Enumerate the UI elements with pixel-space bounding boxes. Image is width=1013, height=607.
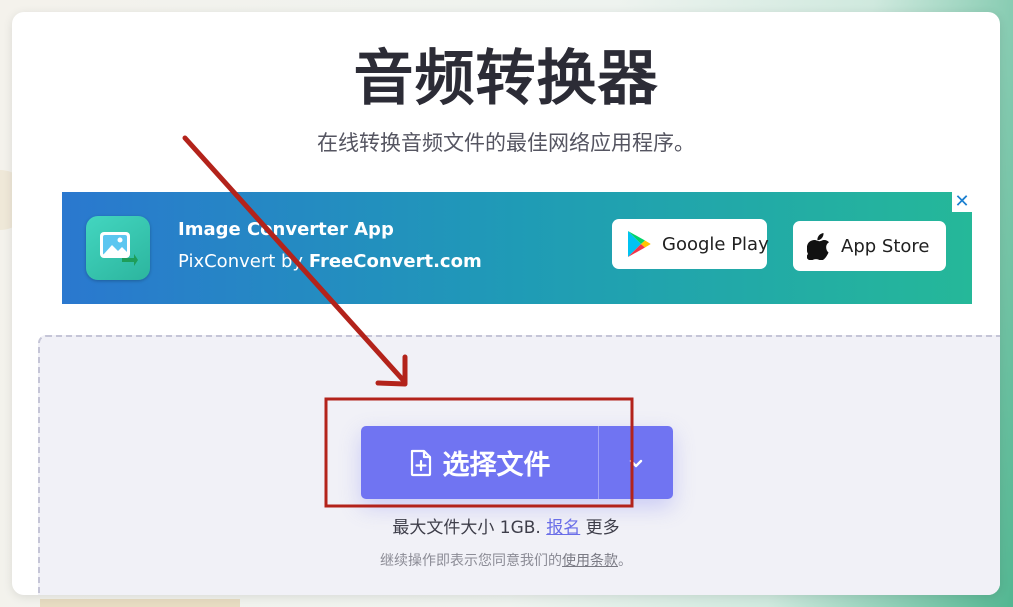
- converter-card: 音频转换器 在线转换音频文件的最佳网络应用程序。 ✕ Image Convert…: [12, 12, 1000, 595]
- page-title: 音频转换器: [353, 44, 659, 114]
- terms-of-use-link[interactable]: 使用条款: [562, 553, 618, 569]
- max-size-suffix: 更多: [580, 518, 620, 538]
- ad-app-subtitle: PixConvert by FreeConvert.com: [178, 251, 482, 272]
- apple-icon: [807, 233, 829, 260]
- choose-source-dropdown[interactable]: [599, 426, 673, 499]
- ad-app-sub-prefix: PixConvert by: [178, 251, 309, 272]
- max-file-size-text: 最大文件大小 1GB. 报名 更多: [12, 513, 1000, 538]
- app-store-button[interactable]: App Store: [793, 221, 946, 271]
- ad-close-button[interactable]: ✕: [952, 192, 972, 212]
- ad-app-brand: FreeConvert.com: [308, 251, 482, 272]
- file-plus-icon: [410, 449, 431, 476]
- background-decoration-bottom: [40, 599, 240, 607]
- page-subtitle: 在线转换音频文件的最佳网络应用程序。: [317, 131, 695, 155]
- google-play-label: Google Play: [662, 233, 769, 255]
- google-play-button[interactable]: Google Play: [612, 219, 769, 269]
- choose-file-button-group: 选择文件: [361, 426, 673, 499]
- google-play-icon: [628, 231, 651, 257]
- ad-banner[interactable]: ✕ Image Converter App PixConvert by Free…: [62, 192, 972, 304]
- choose-file-label: 选择文件: [442, 450, 551, 481]
- image-converter-app-icon: [86, 216, 150, 280]
- signup-link[interactable]: 报名: [546, 518, 580, 538]
- max-size-prefix: 最大文件大小 1GB.: [392, 518, 547, 538]
- choose-file-button[interactable]: 选择文件: [361, 426, 598, 499]
- terms-suffix: 。: [618, 553, 632, 569]
- app-store-label: App Store: [841, 235, 930, 257]
- terms-prefix: 继续操作即表示您同意我们的: [380, 553, 562, 569]
- chevron-down-icon: [629, 459, 643, 467]
- ad-app-title: Image Converter App: [178, 219, 394, 240]
- terms-text: 继续操作即表示您同意我们的使用条款。: [12, 550, 1000, 570]
